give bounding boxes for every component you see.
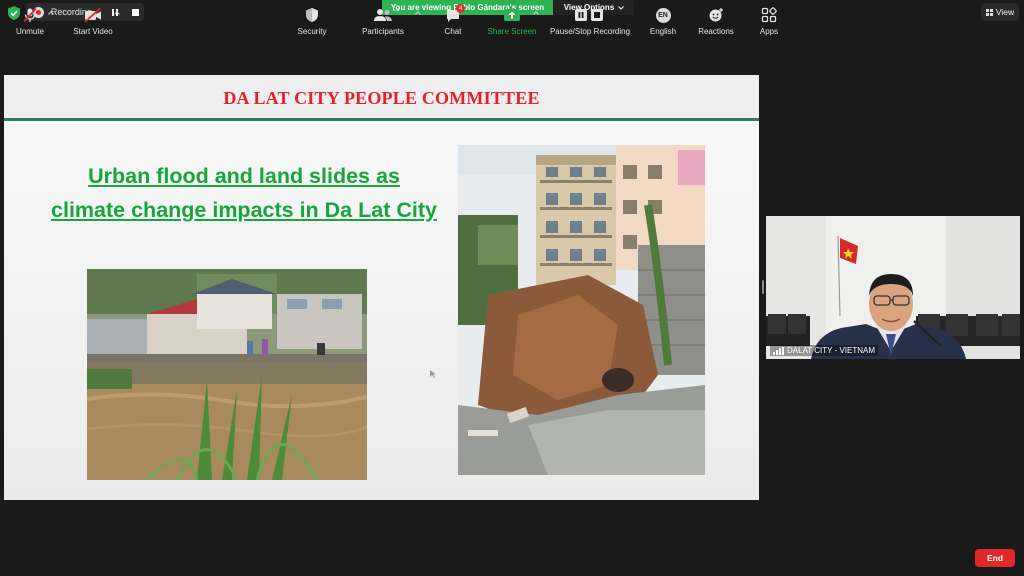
- apps-label: Apps: [759, 27, 779, 36]
- video-panel-resize-handle[interactable]: [762, 280, 764, 294]
- participant-name: DALAT CITY - VIETNAM: [787, 346, 876, 355]
- language-interpretation-button[interactable]: EN English: [646, 6, 680, 40]
- participant-name-label: DALAT CITY - VIETNAM: [770, 345, 879, 356]
- participants-icon: [374, 9, 392, 21]
- slide-header: DA LAT CITY PEOPLE COMMITTEE: [4, 75, 759, 121]
- meeting-toolbar: [0, 536, 1024, 576]
- participants-label: Participants: [362, 27, 404, 36]
- slide-title: DA LAT CITY PEOPLE COMMITTEE: [223, 88, 540, 108]
- participant-video-feed: [766, 216, 1020, 359]
- share-screen-button[interactable]: Share Screen: [488, 6, 536, 40]
- share-screen-options-chevron-up-icon[interactable]: [533, 10, 539, 16]
- gallery-view-icon: [985, 8, 993, 16]
- security-label: Security: [297, 27, 327, 36]
- chat-unread-badge: 4: [456, 4, 465, 13]
- language-badge-icon: EN: [655, 7, 671, 23]
- pause-stop-recording-label: Pause/Stop Recording: [549, 27, 631, 36]
- connection-signal-icon: [773, 346, 784, 355]
- reactions-label: Reactions: [698, 27, 734, 36]
- pause-stop-icon: [575, 9, 603, 21]
- slide-heading: Urban flood and land slides as climate c…: [34, 159, 454, 227]
- slide-heading-line-1: Urban flood and land slides as: [88, 164, 400, 188]
- stop-recording-button[interactable]: [126, 5, 144, 19]
- shield-icon: [306, 8, 318, 22]
- participants-count: 13: [392, 6, 400, 13]
- participant-video-tile[interactable]: DALAT CITY - VIETNAM: [766, 216, 1020, 359]
- unmute-button[interactable]: Unmute: [10, 6, 50, 40]
- chat-label: Chat: [444, 27, 462, 36]
- chat-button[interactable]: 4 Chat: [436, 4, 470, 40]
- reactions-button[interactable]: Reactions: [696, 6, 736, 40]
- security-button[interactable]: Security: [292, 6, 332, 40]
- flood-photo: [87, 269, 367, 480]
- end-meeting-button[interactable]: End: [975, 549, 1015, 567]
- view-button[interactable]: View: [981, 3, 1019, 21]
- microphone-muted-icon: [23, 7, 37, 23]
- share-screen-label: Share Screen: [487, 27, 537, 36]
- stop-icon: [131, 8, 139, 16]
- participants-options-chevron-up-icon[interactable]: [415, 10, 421, 16]
- video-camera-off-icon: [84, 7, 101, 23]
- participants-button[interactable]: 13 Participants: [358, 6, 408, 40]
- video-options-chevron-up-icon[interactable]: [114, 10, 120, 16]
- language-label: English: [649, 27, 677, 36]
- apps-button[interactable]: Apps: [754, 6, 784, 40]
- pause-stop-recording-button[interactable]: Pause/Stop Recording: [548, 6, 632, 40]
- apps-icon: [761, 7, 777, 23]
- unmute-label: Unmute: [15, 27, 44, 36]
- start-video-button[interactable]: Start Video: [68, 6, 118, 40]
- shared-screen[interactable]: DA LAT CITY PEOPLE COMMITTEE Urban flood…: [4, 75, 759, 500]
- audio-options-chevron-up-icon[interactable]: [48, 10, 54, 16]
- mouse-cursor-icon: [430, 370, 436, 378]
- view-button-label: View: [995, 7, 1015, 17]
- share-screen-icon: [504, 9, 520, 21]
- start-video-label: Start Video: [73, 27, 113, 36]
- slide-heading-line-2: climate change impacts in Da Lat City: [51, 198, 437, 222]
- smiley-icon: [709, 8, 723, 22]
- landslide-photo: [458, 145, 705, 475]
